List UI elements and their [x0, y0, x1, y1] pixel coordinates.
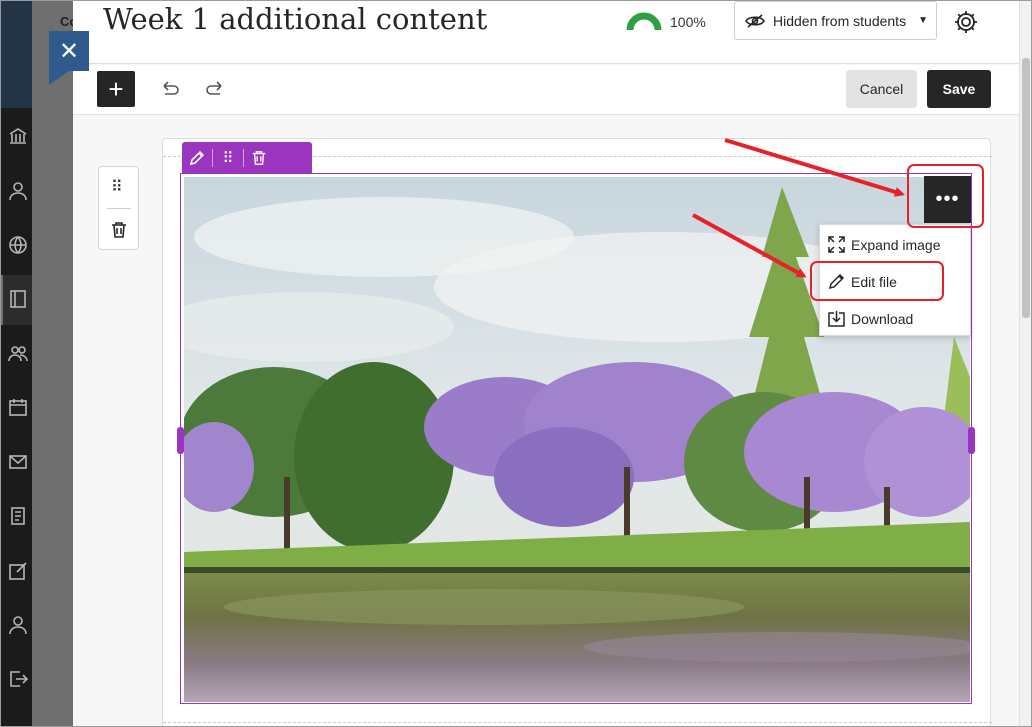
download-icon [828, 311, 845, 327]
people-icon[interactable] [8, 343, 28, 362]
institution-logo [0, 0, 32, 108]
edit-icon[interactable] [8, 561, 27, 580]
menu-item-edit-file[interactable]: Edit file [820, 263, 972, 300]
book-icon[interactable] [8, 289, 26, 308]
resize-handle-right[interactable] [968, 427, 975, 454]
caret-down-icon: ▼ [918, 15, 928, 26]
plus-icon: + [108, 73, 124, 104]
pencil-icon[interactable] [182, 142, 212, 173]
menu-item-label: Expand image [851, 236, 941, 253]
background-overlay: Co [32, 0, 77, 727]
calendar-icon[interactable] [8, 397, 27, 416]
image-options-menu: Expand image Edit file Download [819, 224, 971, 336]
redo-icon[interactable] [204, 78, 226, 100]
cancel-button[interactable]: Cancel [846, 70, 917, 108]
drag-handle-icon[interactable]: ⠿ [213, 142, 243, 173]
drop-zone-divider [163, 722, 992, 723]
globe-icon[interactable] [8, 235, 27, 254]
menu-item-download[interactable]: Download [820, 300, 972, 337]
block-tools: ⠿ [98, 166, 139, 250]
add-content-button[interactable]: + [97, 71, 135, 107]
user-icon[interactable] [8, 181, 27, 201]
more-options-button[interactable]: ••• [924, 176, 971, 223]
visibility-dropdown[interactable]: Hidden from students ▼ [734, 1, 937, 40]
editor-panel: Week 1 additional content 100% Hidden fr… [73, 0, 1019, 727]
save-button[interactable]: Save [927, 70, 991, 108]
menu-item-expand-image[interactable]: Expand image [820, 226, 972, 263]
visibility-label: Hidden from students [773, 12, 907, 29]
menu-item-label: Edit file [851, 273, 897, 290]
ellipsis-icon: ••• [935, 188, 960, 210]
logout-icon[interactable] [8, 669, 29, 687]
page-title: Week 1 additional content [103, 2, 488, 36]
progress-gauge-icon [626, 12, 662, 31]
undo-icon[interactable] [159, 78, 181, 100]
institution-icon[interactable] [8, 126, 27, 144]
divider [107, 208, 131, 209]
editor-toolbar: + Cancel Save [73, 65, 1019, 115]
eye-slash-icon [745, 13, 765, 28]
app-sidebar [0, 0, 32, 727]
pencil-icon [828, 273, 845, 290]
menu-item-label: Download [851, 310, 914, 327]
progress-value: 100% [670, 14, 706, 30]
panel-header: Week 1 additional content 100% Hidden fr… [73, 0, 1019, 64]
resize-handle-left[interactable] [177, 427, 184, 454]
expand-icon [828, 236, 845, 253]
trash-icon[interactable] [244, 142, 274, 173]
scrollbar-thumb[interactable] [1022, 58, 1030, 318]
user-icon[interactable] [8, 615, 27, 635]
scrollbar[interactable] [1019, 0, 1032, 727]
trash-icon[interactable] [110, 221, 128, 239]
mail-icon[interactable] [8, 452, 27, 470]
image-block-toolbar: ⠿ [182, 142, 312, 173]
drag-handle-icon[interactable]: ⠿ [111, 177, 123, 197]
gear-icon[interactable] [952, 8, 980, 36]
document-icon[interactable] [8, 506, 26, 525]
close-icon: ✕ [58, 37, 80, 65]
close-panel-button[interactable]: ✕ [49, 31, 89, 85]
